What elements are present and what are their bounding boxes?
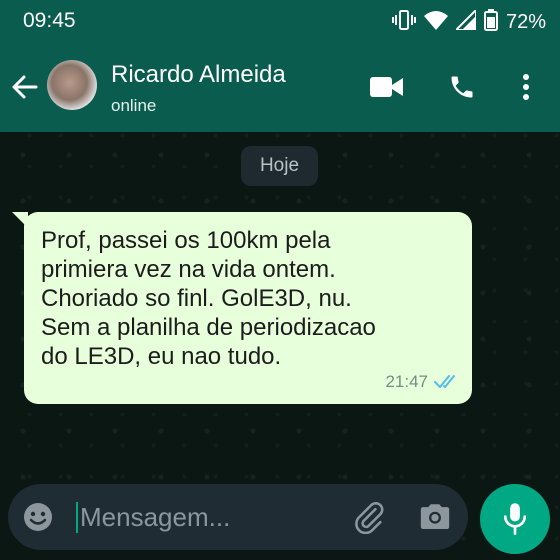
more-options-icon xyxy=(523,74,529,100)
attach-icon xyxy=(355,502,384,535)
date-chip: Hoje xyxy=(241,146,318,186)
camera-icon xyxy=(420,504,450,530)
wifi-icon xyxy=(423,10,448,35)
contact-status: online xyxy=(111,96,157,115)
status-bar: 09:45 72% xyxy=(0,0,560,44)
emoji-icon xyxy=(24,503,52,531)
battery-icon xyxy=(483,8,498,36)
mic-button[interactable] xyxy=(480,484,550,554)
message-line: Sem a planilha de periodizacao xyxy=(41,314,376,341)
vibrate-icon xyxy=(391,9,416,36)
message-meta: 21:47 xyxy=(385,372,460,392)
message-line: Choriado so finl. GolE3D, nu. xyxy=(41,285,352,312)
back-arrow-icon xyxy=(12,75,38,99)
signal-icon xyxy=(453,7,477,35)
status-time: 09:45 xyxy=(23,9,76,32)
more-options-button[interactable] xyxy=(509,70,543,104)
text-caret xyxy=(76,502,78,533)
emoji-button[interactable] xyxy=(22,501,54,533)
message-bubble[interactable]: Prof, passei os 100km pela primiera vez … xyxy=(24,212,472,404)
back-button[interactable] xyxy=(8,70,42,104)
mic-icon xyxy=(503,503,527,535)
message-input-bar xyxy=(8,484,468,550)
battery-percent: 72% xyxy=(505,10,546,33)
message-line: do LE3D, eu nao tudo. xyxy=(41,343,282,370)
contact-name[interactable]: Ricardo Almeida xyxy=(111,61,286,89)
phone-call-icon xyxy=(451,76,473,98)
message-line: Prof, passei os 100km pela xyxy=(41,227,331,254)
message-input[interactable] xyxy=(80,496,340,538)
video-call-button[interactable] xyxy=(370,70,404,104)
read-ticks-icon xyxy=(434,375,455,388)
attach-button[interactable] xyxy=(352,500,386,535)
status-icons: 72% xyxy=(391,7,546,36)
message-line: primiera vez na vida ontem. xyxy=(41,256,336,283)
avatar[interactable] xyxy=(47,60,97,110)
chat-header: Ricardo Almeida online xyxy=(0,44,560,132)
video-call-icon xyxy=(370,77,403,97)
camera-button[interactable] xyxy=(418,500,452,534)
phone-call-button[interactable] xyxy=(445,70,479,104)
message-time: 21:47 xyxy=(385,372,428,391)
